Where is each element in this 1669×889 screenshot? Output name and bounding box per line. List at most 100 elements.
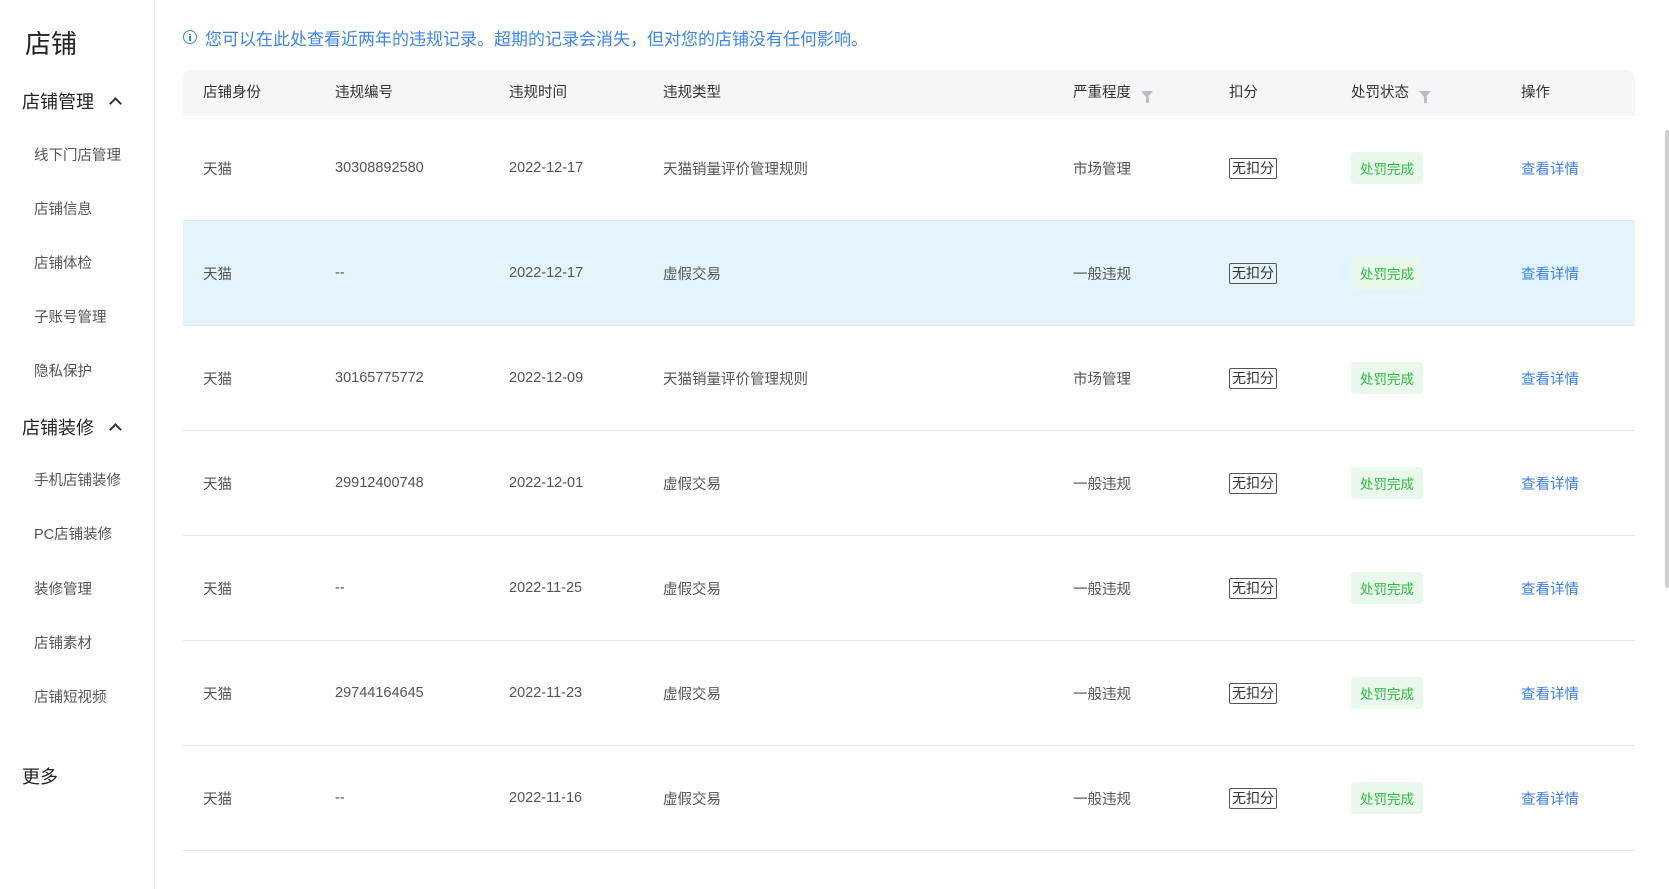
view-details-link[interactable]: 查看详情 <box>1521 683 1579 704</box>
cell-action: 查看详情 <box>1521 536 1579 640</box>
cell-identity: 天猫 <box>203 476 232 493</box>
sidebar-group-shop-management[interactable]: 店铺管理 <box>22 88 122 114</box>
cell-status: 处罚完成 <box>1351 536 1423 640</box>
sidebar-item-shop-materials[interactable]: 店铺素材 <box>34 632 92 653</box>
status-badge: 处罚完成 <box>1351 677 1423 709</box>
cell-action: 查看详情 <box>1521 431 1579 535</box>
sidebar-item-short-videos[interactable]: 店铺短视频 <box>34 686 107 707</box>
filter-icon[interactable] <box>1419 90 1431 103</box>
filter-icon[interactable] <box>1141 90 1153 103</box>
cell-identity: 天猫 <box>203 791 232 808</box>
column-header-label: 严重程度 <box>1073 85 1131 101</box>
cell-severity: 市场管理 <box>1073 161 1131 178</box>
deduction-badge: 无扣分 <box>1229 682 1277 704</box>
cell-severity: 一般违规 <box>1073 791 1131 808</box>
info-icon <box>183 30 197 44</box>
cell-violation-id: 30165775772 <box>335 370 424 386</box>
cell-status: 处罚完成 <box>1351 746 1423 850</box>
sidebar-item-shop-checkup[interactable]: 店铺体检 <box>34 252 92 273</box>
cell-violation-id: 30308892580 <box>335 160 424 176</box>
cell-violation-time: 2022-12-09 <box>509 370 584 386</box>
cell-deduction: 无扣分 <box>1229 641 1277 745</box>
column-header-action: 操作 <box>1521 85 1550 101</box>
cell-violation-type: 虚假交易 <box>663 686 721 703</box>
table-row: 天猫 -- 2022-12-17 虚假交易 一般违规 无扣分 处罚完成 查看详情 <box>183 221 1635 326</box>
sidebar-group-shop-decoration[interactable]: 店铺装修 <box>22 414 122 440</box>
cell-violation-id: -- <box>335 265 345 281</box>
cell-violation-time: 2022-11-25 <box>509 580 583 596</box>
column-header-violation-type: 违规类型 <box>663 85 721 101</box>
cell-violation-type: 虚假交易 <box>663 476 721 493</box>
cell-deduction: 无扣分 <box>1229 431 1277 535</box>
deduction-badge: 无扣分 <box>1229 367 1277 389</box>
view-details-link[interactable]: 查看详情 <box>1521 263 1579 284</box>
cell-violation-id: 29912400748 <box>335 475 424 491</box>
chevron-up-icon <box>109 97 122 110</box>
cell-status: 处罚完成 <box>1351 326 1423 430</box>
table-row: 天猫 29744164645 2022-11-23 虚假交易 一般违规 无扣分 … <box>183 641 1635 746</box>
cell-status: 处罚完成 <box>1351 116 1423 220</box>
sidebar-more[interactable]: 更多 <box>22 763 58 789</box>
sidebar-item-privacy[interactable]: 隐私保护 <box>34 360 92 381</box>
cell-violation-id: -- <box>335 790 345 806</box>
cell-deduction: 无扣分 <box>1229 221 1277 325</box>
sidebar-item-pc-decoration[interactable]: PC店铺装修 <box>34 523 112 544</box>
cell-violation-time: 2022-12-01 <box>509 475 584 491</box>
cell-status: 处罚完成 <box>1351 431 1423 535</box>
sidebar-item-offline-store[interactable]: 线下门店管理 <box>34 144 121 165</box>
violation-table: 店铺身份 违规编号 违规时间 违规类型 严重程度 扣分 处罚状态 操作 天猫 3… <box>183 70 1635 851</box>
view-details-link[interactable]: 查看详情 <box>1521 368 1579 389</box>
deduction-badge: 无扣分 <box>1229 787 1277 809</box>
table-row: 天猫 29912400748 2022-12-01 虚假交易 一般违规 无扣分 … <box>183 431 1635 536</box>
table-row: 天猫 30308892580 2022-12-17 天猫销量评价管理规则 市场管… <box>183 116 1635 221</box>
table-row: 天猫 -- 2022-11-25 虚假交易 一般违规 无扣分 处罚完成 查看详情 <box>183 536 1635 641</box>
deduction-badge: 无扣分 <box>1229 157 1277 179</box>
status-badge: 处罚完成 <box>1351 257 1423 289</box>
column-header-violation-time: 违规时间 <box>509 85 567 101</box>
cell-violation-time: 2022-11-16 <box>509 790 583 806</box>
sidebar-group-label: 店铺管理 <box>22 92 94 112</box>
view-details-link[interactable]: 查看详情 <box>1521 788 1579 809</box>
sidebar-item-mobile-decoration[interactable]: 手机店铺装修 <box>34 469 121 490</box>
view-details-link[interactable]: 查看详情 <box>1521 473 1579 494</box>
cell-violation-id: 29744164645 <box>335 685 424 701</box>
status-badge: 处罚完成 <box>1351 152 1423 184</box>
sidebar-item-sub-accounts[interactable]: 子账号管理 <box>34 306 107 327</box>
cell-action: 查看详情 <box>1521 116 1579 220</box>
cell-severity: 一般违规 <box>1073 266 1131 283</box>
cell-identity: 天猫 <box>203 581 232 598</box>
column-header-label: 处罚状态 <box>1351 85 1409 101</box>
sidebar-item-shop-info[interactable]: 店铺信息 <box>34 198 92 219</box>
cell-violation-type: 天猫销量评价管理规则 <box>663 371 808 388</box>
cell-deduction: 无扣分 <box>1229 116 1277 220</box>
cell-status: 处罚完成 <box>1351 221 1423 325</box>
column-header-status: 处罚状态 <box>1351 70 1431 116</box>
cell-action: 查看详情 <box>1521 221 1579 325</box>
cell-violation-type: 虚假交易 <box>663 266 721 283</box>
cell-violation-time: 2022-11-23 <box>509 685 583 701</box>
cell-violation-type: 虚假交易 <box>663 791 721 808</box>
view-details-link[interactable]: 查看详情 <box>1521 158 1579 179</box>
deduction-badge: 无扣分 <box>1229 472 1277 494</box>
chevron-up-icon <box>109 423 122 436</box>
cell-severity: 市场管理 <box>1073 371 1131 388</box>
cell-action: 查看详情 <box>1521 641 1579 745</box>
deduction-badge: 无扣分 <box>1229 262 1277 284</box>
cell-deduction: 无扣分 <box>1229 746 1277 850</box>
cell-violation-type: 天猫销量评价管理规则 <box>663 161 808 178</box>
column-header-identity: 店铺身份 <box>203 85 261 101</box>
sidebar-item-decoration-management[interactable]: 装修管理 <box>34 578 92 599</box>
cell-action: 查看详情 <box>1521 326 1579 430</box>
deduction-badge: 无扣分 <box>1229 577 1277 599</box>
cell-identity: 天猫 <box>203 686 232 703</box>
vertical-scrollbar[interactable] <box>1665 130 1669 588</box>
cell-status: 处罚完成 <box>1351 641 1423 745</box>
view-details-link[interactable]: 查看详情 <box>1521 578 1579 599</box>
status-badge: 处罚完成 <box>1351 782 1423 814</box>
cell-identity: 天猫 <box>203 371 232 388</box>
cell-severity: 一般违规 <box>1073 476 1131 493</box>
cell-deduction: 无扣分 <box>1229 536 1277 640</box>
table-row: 天猫 30165775772 2022-12-09 天猫销量评价管理规则 市场管… <box>183 326 1635 431</box>
cell-violation-time: 2022-12-17 <box>509 265 584 281</box>
sidebar-title: 店铺 <box>25 29 78 59</box>
